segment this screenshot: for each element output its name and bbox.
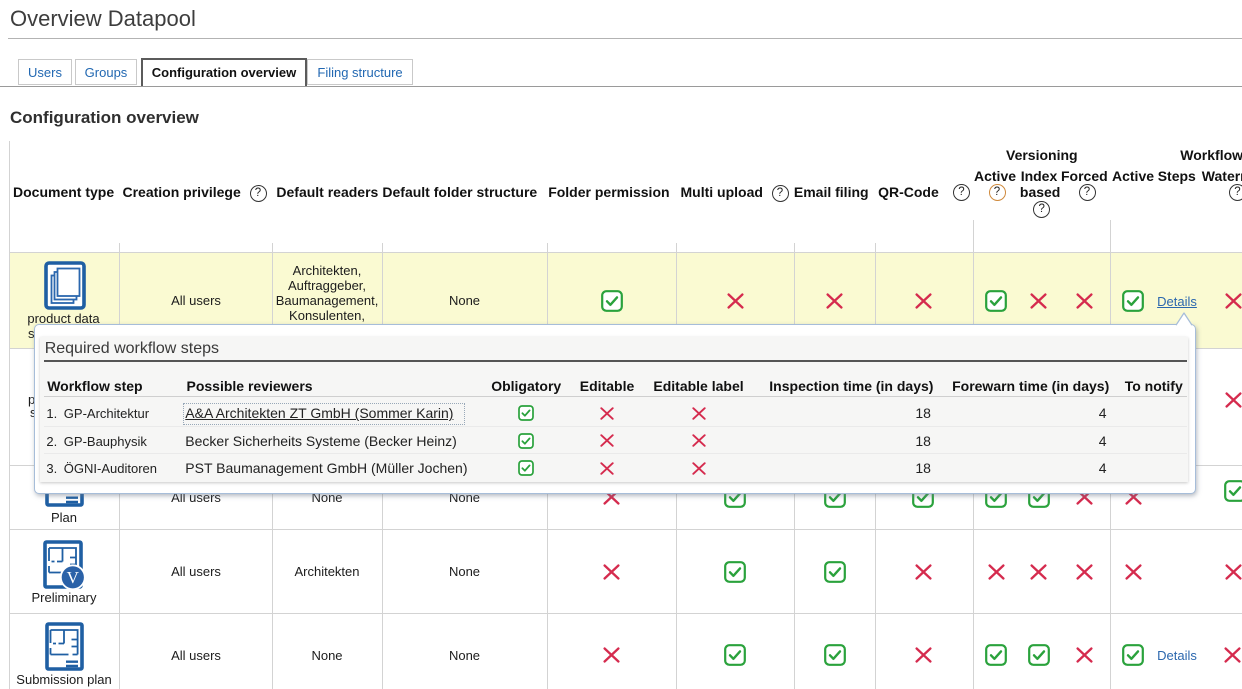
svg-text:V: V bbox=[67, 568, 80, 587]
